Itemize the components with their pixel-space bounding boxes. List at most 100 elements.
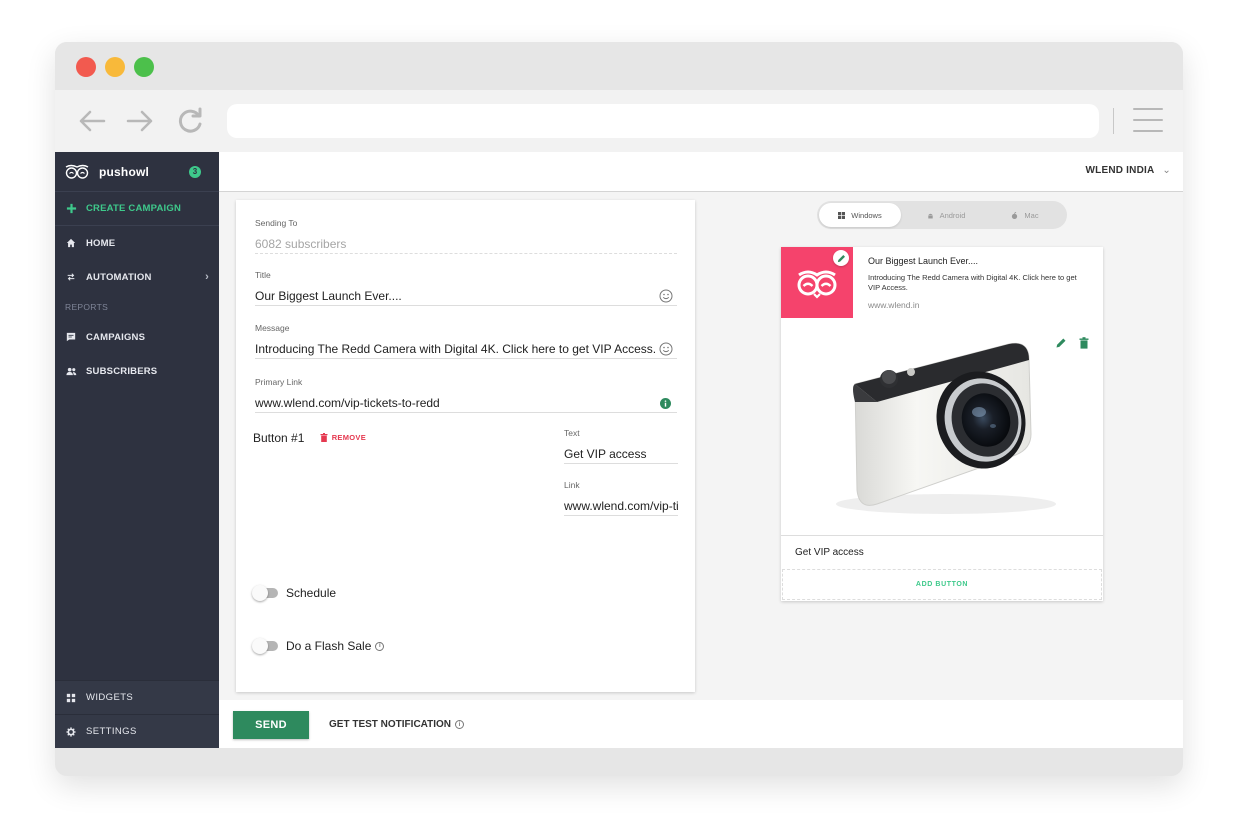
campaign-form: Sending To 6082 subscribers Title Our Bi…: [236, 200, 695, 692]
minimize-window-button[interactable]: [105, 57, 125, 77]
preview-action-button[interactable]: Get VIP access: [781, 535, 1103, 569]
get-test-notification-button[interactable]: GET TEST NOTIFICATION i: [329, 719, 465, 730]
title-input[interactable]: Our Biggest Launch Ever....: [255, 286, 677, 306]
reload-icon: [178, 107, 202, 133]
schedule-toggle-row[interactable]: Schedule: [252, 585, 337, 601]
flash-sale-toggle-row[interactable]: Do a Flash Sale i: [252, 638, 385, 654]
brand[interactable]: pushowl 3: [55, 152, 219, 192]
sidebar-item-label: SUBSCRIBERS: [86, 365, 158, 377]
info-icon[interactable]: i: [375, 641, 385, 651]
pencil-icon: [837, 254, 845, 262]
button-text-field: Text Get VIP access: [564, 428, 678, 464]
primary-link-field: Primary Link www.wlend.com/vip-tickets-t…: [255, 377, 677, 413]
os-tabs: Windows Android Mac: [817, 201, 1067, 229]
windows-icon: [838, 211, 846, 219]
button-link-input[interactable]: www.wlend.com/vip-ti: [564, 496, 678, 516]
tab-android[interactable]: Android: [905, 203, 987, 227]
browser-window: pushowl 3 CREATE CAMPAIGN HOME AUTOMATIO…: [55, 42, 1183, 776]
sidebar-item-home[interactable]: HOME: [55, 226, 219, 260]
remove-button[interactable]: REMOVE: [320, 433, 366, 442]
campaigns-icon: [65, 331, 77, 343]
close-window-button[interactable]: [76, 57, 96, 77]
subscribers-icon: [65, 365, 77, 377]
sidebar-item-automation[interactable]: AUTOMATION ›: [55, 260, 219, 294]
browser-toolbar: [55, 90, 1183, 152]
tab-windows[interactable]: Windows: [819, 203, 901, 227]
arrow-left-icon: [79, 110, 106, 132]
preview-title: Our Biggest Launch Ever....: [868, 256, 979, 266]
chevron-right-icon: ›: [205, 271, 209, 283]
gear-icon: [65, 726, 77, 738]
message-field: Message Introducing The Redd Camera with…: [255, 323, 677, 359]
widgets-icon: [65, 692, 77, 704]
sidebar-item-label: HOME: [86, 237, 116, 249]
field-label: Message: [255, 323, 290, 333]
title-bar: [55, 42, 1183, 90]
field-label: Text: [564, 428, 580, 438]
app-content: pushowl 3 CREATE CAMPAIGN HOME AUTOMATIO…: [55, 152, 1183, 748]
sidebar-item-label: CREATE CAMPAIGN: [86, 203, 182, 214]
button-text-input[interactable]: Get VIP access: [564, 444, 678, 464]
account-selector[interactable]: WLEND INDIA ⌄: [1086, 165, 1171, 176]
info-icon[interactable]: [660, 398, 671, 409]
trash-icon: [1079, 337, 1089, 349]
schedule-toggle[interactable]: [252, 585, 278, 601]
sidebar-item-settings[interactable]: SETTINGS: [55, 714, 219, 748]
owl-logo-icon: [65, 164, 89, 179]
reload-button[interactable]: [173, 104, 207, 138]
primary-link-input[interactable]: www.wlend.com/vip-tickets-to-redd: [255, 393, 677, 413]
edit-image-button[interactable]: [1055, 336, 1067, 354]
emoji-icon[interactable]: [659, 289, 673, 303]
sidebar-item-widgets[interactable]: WIDGETS: [55, 680, 219, 714]
sidebar-bottom: WIDGETS SETTINGS: [55, 680, 219, 748]
field-label: Sending To: [255, 218, 298, 228]
button-link-field: Link www.wlend.com/vip-ti: [564, 480, 678, 516]
sidebar-item-label: WIDGETS: [86, 692, 134, 703]
sidebar-item-label: CAMPAIGNS: [86, 331, 146, 343]
arrow-right-icon: [126, 110, 153, 132]
emoji-icon[interactable]: [659, 342, 673, 356]
delete-image-button[interactable]: [1079, 336, 1089, 354]
pencil-icon: [1056, 338, 1066, 348]
top-bar: WLEND INDIA ⌄: [219, 152, 1183, 192]
title-field: Title Our Biggest Launch Ever....: [255, 270, 677, 306]
message-input[interactable]: Introducing The Redd Camera with Digital…: [255, 339, 677, 359]
trash-icon: [320, 433, 328, 442]
brand-name: pushowl: [99, 164, 150, 179]
add-button[interactable]: ADD BUTTON: [782, 569, 1102, 600]
notification-preview: Our Biggest Launch Ever.... Introducing …: [781, 247, 1103, 601]
tab-mac[interactable]: Mac: [985, 203, 1065, 227]
button-1-header: Button #1 REMOVE: [253, 431, 366, 445]
maximize-window-button[interactable]: [134, 57, 154, 77]
browser-menu-button[interactable]: [1133, 108, 1163, 134]
schedule-label: Schedule: [286, 586, 337, 600]
sidebar-item-campaigns[interactable]: CAMPAIGNS: [55, 320, 219, 354]
flash-sale-toggle[interactable]: [252, 638, 278, 654]
home-icon: [65, 237, 77, 249]
send-button[interactable]: SEND: [233, 711, 309, 739]
info-icon[interactable]: i: [455, 720, 465, 729]
edit-icon-button[interactable]: [833, 250, 849, 266]
sidebar-item-subscribers[interactable]: SUBSCRIBERS: [55, 354, 219, 388]
plus-icon: [65, 203, 77, 215]
reports-section-header: REPORTS: [65, 302, 109, 312]
preview-url: www.wlend.in: [868, 300, 920, 310]
sidebar-item-create-campaign[interactable]: CREATE CAMPAIGN: [55, 192, 219, 226]
sidebar-item-label: AUTOMATION: [86, 271, 152, 283]
forward-button[interactable]: [123, 104, 157, 138]
back-button[interactable]: [75, 104, 109, 138]
button-1-label: Button #1: [253, 431, 305, 445]
field-label: Title: [255, 270, 271, 280]
notification-badge: 3: [189, 165, 201, 178]
account-name: WLEND INDIA: [1085, 165, 1155, 176]
android-icon: [927, 213, 933, 218]
field-label: Link: [564, 480, 580, 490]
field-label: Primary Link: [255, 377, 303, 387]
sending-to-field: Sending To 6082 subscribers: [255, 218, 677, 254]
sidebar-item-label: SETTINGS: [86, 726, 137, 737]
url-bar[interactable]: [227, 104, 1099, 138]
action-footer: SEND GET TEST NOTIFICATION i: [219, 700, 1183, 748]
automation-icon: [65, 271, 77, 283]
sending-to-value: 6082 subscribers: [255, 234, 677, 254]
apple-icon: [1012, 211, 1018, 219]
